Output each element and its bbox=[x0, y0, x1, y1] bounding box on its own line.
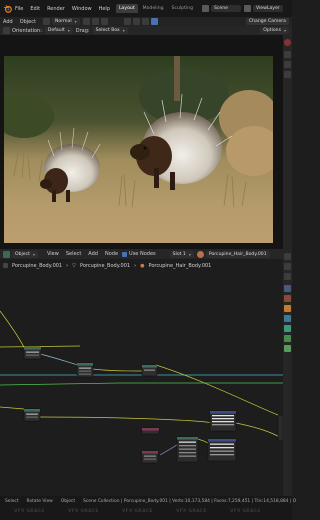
properties-object-icon[interactable] bbox=[284, 305, 291, 312]
transform-icon[interactable] bbox=[82, 18, 90, 25]
viewport-side-toolbar bbox=[283, 35, 292, 249]
orientation-label: Orientation: bbox=[12, 27, 42, 34]
tab-modeling[interactable]: Modeling bbox=[140, 4, 167, 13]
mesh-icon: ▽ bbox=[72, 263, 76, 269]
proportional-icon[interactable] bbox=[100, 18, 108, 25]
breadcrumb-item-object: Porcupine_Body.001 bbox=[12, 263, 63, 269]
scene-icon bbox=[201, 5, 209, 12]
pan-icon[interactable] bbox=[284, 61, 291, 68]
menu-help[interactable]: Help bbox=[99, 6, 110, 12]
material-icon: ● bbox=[140, 263, 145, 269]
node-menu[interactable]: Node bbox=[105, 251, 118, 257]
material-sphere-icon bbox=[196, 250, 204, 258]
blender-logo-icon[interactable] bbox=[3, 4, 12, 13]
drag-label: Drag: bbox=[75, 27, 90, 34]
node-editor-side-toolbar bbox=[283, 249, 292, 496]
breadcrumb-separator-icon: › bbox=[66, 263, 69, 269]
camera-view-icon[interactable] bbox=[284, 71, 291, 78]
mode-dropdown[interactable]: Normal ▾ bbox=[51, 18, 80, 25]
shading-material-icon[interactable] bbox=[141, 18, 149, 25]
breadcrumb-item-material: Porcupine_Hair_Body.001 bbox=[148, 263, 212, 269]
status-row: Select Rotate View Object Scene Collecti… bbox=[0, 499, 296, 504]
editor-type-icon[interactable] bbox=[42, 18, 50, 25]
status-select: Select bbox=[5, 499, 19, 504]
node-editor-canvas[interactable] bbox=[0, 299, 283, 496]
properties-particles-icon[interactable] bbox=[284, 325, 291, 332]
cursor-tool-icon[interactable] bbox=[3, 27, 10, 34]
add-menu[interactable]: Add bbox=[3, 19, 13, 25]
tool-icon[interactable] bbox=[284, 273, 291, 280]
pin-icon[interactable] bbox=[3, 263, 8, 268]
breadcrumb-item-mesh: Porcupine_Body.001 bbox=[79, 263, 131, 269]
shading-solid-icon[interactable] bbox=[132, 18, 140, 25]
node-editor-header: Object ▾ View Select Add Node Use Nodes S… bbox=[0, 249, 292, 259]
tool-icon[interactable] bbox=[284, 263, 291, 270]
rendered-porcupine-image bbox=[4, 56, 273, 243]
scene-selector[interactable]: Scene bbox=[210, 5, 241, 12]
status-rotate-view: Rotate View bbox=[26, 499, 53, 504]
menu-render[interactable]: Render bbox=[47, 6, 65, 12]
options-dropdown[interactable]: Options ▾ bbox=[260, 27, 289, 34]
zoom-icon[interactable] bbox=[284, 51, 291, 58]
scene-stats: Scene Collection | Porcupine_Body.001 | … bbox=[83, 499, 297, 504]
tab-sculpting[interactable]: Sculpting bbox=[169, 4, 196, 13]
status-object: Object bbox=[60, 499, 76, 504]
watermark: VFX GRACE bbox=[176, 509, 207, 514]
watermark: VFX GRACE bbox=[230, 509, 261, 514]
add-node-menu[interactable]: Add bbox=[88, 251, 98, 257]
view-layer-selector[interactable]: ViewLayer bbox=[252, 5, 283, 12]
material-selector[interactable]: Porcupine_Hair_Body.001 bbox=[205, 250, 270, 258]
menu-file[interactable]: File bbox=[15, 6, 23, 12]
tool-settings-bar: Orientation: Default ▾ Drag: Select Box ▾ … bbox=[0, 26, 292, 35]
properties-wrench-icon[interactable] bbox=[284, 285, 291, 292]
properties-material-icon[interactable] bbox=[284, 295, 291, 302]
select-menu[interactable]: Select bbox=[66, 251, 81, 257]
menu-window[interactable]: Window bbox=[72, 6, 92, 12]
watermark: VFX GRACE bbox=[68, 509, 99, 514]
tool-icon[interactable] bbox=[284, 253, 291, 260]
orientation-dropdown[interactable]: Default ▾ bbox=[44, 27, 73, 34]
overlay-icon[interactable] bbox=[123, 18, 131, 25]
use-nodes-checkbox[interactable] bbox=[122, 251, 128, 257]
properties-data-icon[interactable] bbox=[284, 345, 291, 352]
menu-edit[interactable]: Edit bbox=[30, 6, 40, 12]
chevron-down-icon: ▾ bbox=[122, 28, 125, 33]
object-menu[interactable]: Object bbox=[20, 19, 36, 25]
breadcrumb-separator-icon: › bbox=[134, 263, 137, 269]
object-shader-dropdown[interactable]: Object ▾ bbox=[12, 250, 38, 258]
chevron-down-icon: ▾ bbox=[74, 19, 77, 24]
drag-dropdown[interactable]: Select Box ▾ bbox=[92, 27, 128, 34]
viewport-header: Add Object Normal ▾ Change Camera bbox=[0, 17, 292, 26]
node-editor-type-icon[interactable] bbox=[3, 250, 10, 258]
properties-physics-icon[interactable] bbox=[284, 335, 291, 342]
use-nodes-label: Use Nodes bbox=[129, 251, 156, 257]
view-menu[interactable]: View bbox=[47, 251, 59, 257]
chevron-down-icon: ▾ bbox=[32, 251, 35, 257]
tab-layout[interactable]: Layout bbox=[116, 4, 138, 13]
watermark: VFX GRACE bbox=[122, 509, 153, 514]
navigation-gizmo-icon[interactable] bbox=[284, 39, 291, 46]
slot-dropdown[interactable]: Slot 1 ▾ bbox=[169, 250, 194, 258]
status-bar: Select Rotate View Object Scene Collecti… bbox=[0, 496, 296, 520]
watermark: VFX GRACE bbox=[14, 509, 45, 514]
shading-rendered-icon[interactable] bbox=[150, 18, 158, 25]
properties-modifier-icon[interactable] bbox=[284, 315, 291, 322]
chevron-down-icon: ▾ bbox=[67, 28, 70, 33]
view-layer-icon bbox=[243, 5, 251, 12]
change-camera-button[interactable]: Change Camera bbox=[245, 18, 289, 25]
snap-icon[interactable] bbox=[91, 18, 99, 25]
chevron-down-icon: ▾ bbox=[188, 251, 191, 257]
top-menu-bar: File Edit Render Window Help Layout Mode… bbox=[0, 0, 292, 17]
chevron-down-icon: ▾ bbox=[283, 28, 286, 33]
breadcrumb: Porcupine_Body.001 › ▽ Porcupine_Body.00… bbox=[0, 259, 292, 299]
